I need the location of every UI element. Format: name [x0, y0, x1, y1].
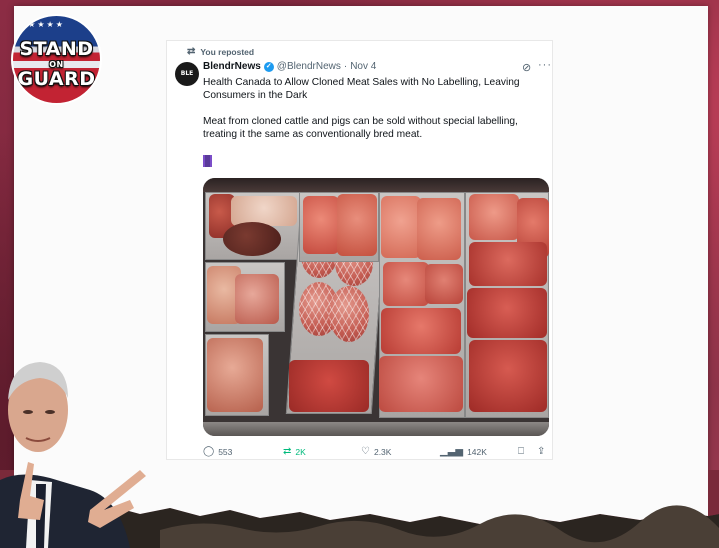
tweet-header: BlendrNews ✓ @BlendrNews · Nov 4 [203, 61, 376, 72]
like-icon: ♡ [361, 446, 370, 457]
tweet-text-body: Meat from cloned cattle and pigs can be … [203, 116, 518, 140]
share-icon: ⇪ [537, 446, 546, 457]
logo-word-stand: STAND [19, 38, 94, 60]
reply-icon: ◯ [203, 446, 215, 457]
meat-cut [207, 338, 263, 412]
meat-cut [469, 242, 547, 286]
meat-cut [469, 194, 519, 240]
tied-roast [329, 286, 369, 342]
repost-count: 2K [295, 446, 306, 457]
like-count: 2.3K [373, 446, 392, 457]
display-case-top [203, 178, 549, 192]
meat-cut [337, 194, 377, 256]
reply-count: 553 [218, 446, 233, 457]
meat-cut [425, 264, 463, 304]
repost-icon: ⇄ [187, 46, 196, 57]
display-case-rim [203, 422, 549, 436]
meat-cut [381, 308, 461, 354]
more-icon[interactable]: ··· [538, 59, 552, 71]
meat-cut [289, 360, 369, 412]
meat-cut [231, 196, 297, 226]
meat-cut [235, 274, 279, 324]
tweet-media-image[interactable] [203, 178, 549, 436]
repost-label: You reposted [200, 46, 255, 57]
repost-icon: ⇄ [283, 446, 292, 457]
tweet-date[interactable]: Nov 4 [350, 61, 376, 72]
repost-indicator: ⇄ You reposted [187, 46, 254, 57]
stand-on-guard-logo: ★★★★★ STAND ON GUARD [11, 14, 102, 105]
verified-badge-icon: ✓ [263, 61, 274, 72]
tweet-action-bar: ◯ 553 ⇄ 2K ♡ 2.3K ▁▃▅ 142K ⎕ ⇪ [203, 446, 549, 460]
meat-cut [383, 262, 429, 306]
meat-cut [379, 356, 463, 412]
meat-cut [467, 288, 547, 338]
views-count: 142K [467, 446, 487, 457]
meat-cut [417, 198, 461, 260]
tweet-text-headline: Health Canada to Allow Cloned Meat Sales… [203, 77, 520, 101]
author-name[interactable]: BlendrNews [203, 61, 261, 72]
reply-button[interactable]: ◯ 553 [203, 446, 232, 457]
views-icon: ▁▃▅ [440, 446, 464, 457]
stars-decoration: ★★★★★ [19, 20, 65, 29]
views-button[interactable]: ▁▃▅ 142K [440, 446, 487, 457]
author-handle[interactable]: @BlendrNews [277, 61, 341, 72]
meat-cut [469, 340, 547, 412]
meat-cut [381, 196, 421, 258]
canada-flag-icon [203, 155, 212, 167]
share-button[interactable]: ⇪ [537, 446, 545, 457]
tweet-card[interactable]: ⇄ You reposted BLE NEWS BlendrNews ✓ @Bl… [166, 40, 553, 460]
meat-cut [223, 222, 281, 256]
bookmark-button[interactable]: ⎕ [518, 446, 524, 457]
avatar[interactable]: BLE NEWS [175, 62, 199, 101]
logo-word-guard: GUARD [17, 68, 96, 90]
separator: · [343, 61, 348, 72]
person-cutout [0, 362, 146, 548]
meat-cut [303, 196, 339, 254]
repost-button[interactable]: ⇄ 2K [283, 446, 306, 457]
like-button[interactable]: ♡ 2.3K [361, 446, 391, 457]
bookmark-icon: ⎕ [518, 446, 524, 457]
grok-icon[interactable]: ⊘ [522, 61, 531, 74]
